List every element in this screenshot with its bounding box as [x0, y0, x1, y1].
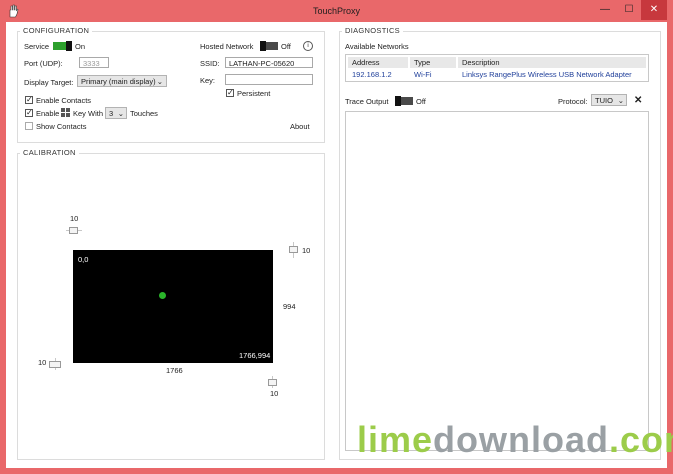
key-input[interactable]	[225, 74, 313, 85]
ssid-input[interactable]: LATHAN-PC-05620	[225, 57, 313, 68]
window-title: TouchProxy	[312, 6, 361, 16]
hosted-network-state: Off	[281, 42, 291, 51]
enable-windows-key-checkbox[interactable]: ✓	[25, 109, 33, 117]
extent-label: 1766,994	[239, 351, 271, 360]
enable-label: Enable	[36, 109, 60, 118]
trace-output-area[interactable]	[345, 111, 649, 451]
origin-label: 0,0	[78, 255, 89, 264]
protocol-value: TUIO	[595, 96, 613, 105]
service-state: On	[75, 42, 86, 51]
info-icon[interactable]: i	[303, 41, 313, 51]
configuration-title: CONFIGURATION	[20, 26, 93, 35]
show-contacts-label: Show Contacts	[36, 122, 87, 131]
row-type: Wi-Fi	[414, 70, 432, 79]
clear-trace-icon[interactable]: ✕	[634, 95, 642, 106]
networks-table: Address Type Description 192.168.1.2 Wi-…	[345, 54, 649, 82]
table-row[interactable]: 192.168.1.2 Wi-Fi Linksys RangePlus Wire…	[348, 69, 646, 81]
key-label: Key:	[200, 76, 216, 85]
bottom-offset-slider[interactable]	[266, 376, 280, 388]
touches-label: Touches	[130, 109, 158, 118]
enable-contacts-checkbox[interactable]: ✓	[25, 96, 33, 104]
column-header-address[interactable]: Address	[348, 57, 408, 68]
chevron-down-icon: ⌄	[617, 96, 624, 105]
trace-output-label: Trace Output	[345, 97, 389, 106]
right-offset-slider[interactable]	[289, 242, 298, 258]
right-offset-value: 10	[302, 246, 311, 255]
about-link[interactable]: About	[290, 122, 310, 131]
diagnostics-title: DIAGNOSTICS	[342, 26, 403, 35]
row-address: 192.168.1.2	[352, 70, 392, 79]
watermark-part1: lime	[357, 419, 434, 460]
top-offset-slider[interactable]	[66, 226, 82, 235]
column-header-description[interactable]: Description	[458, 57, 646, 68]
minimize-button[interactable]: —	[593, 0, 617, 20]
protocol-select[interactable]: TUIO ⌄	[591, 94, 627, 106]
maximize-button[interactable]: ☐	[617, 0, 641, 20]
service-toggle[interactable]	[53, 41, 72, 51]
touches-count-value: 3	[109, 109, 114, 118]
left-offset-slider[interactable]	[49, 358, 63, 370]
display-target-select[interactable]: Primary (main display) ⌄	[77, 75, 167, 87]
watermark: limedownload.com	[357, 419, 673, 461]
service-label: Service	[24, 42, 50, 51]
protocol-label: Protocol:	[558, 97, 588, 106]
persistent-label: Persistent	[237, 89, 271, 98]
bottom-offset-value: 10	[270, 389, 279, 398]
enable-contacts-label: Enable Contacts	[36, 96, 92, 105]
close-button[interactable]: ✕	[641, 0, 667, 20]
hosted-network-toggle[interactable]	[260, 41, 278, 51]
trace-output-state: Off	[416, 97, 426, 106]
top-offset-value: 10	[70, 214, 79, 223]
touch-point-dot	[159, 292, 166, 299]
windows-logo-icon	[61, 108, 70, 117]
column-header-type[interactable]: Type	[410, 57, 456, 68]
chevron-down-icon: ⌄	[117, 109, 124, 118]
watermark-part2: download	[433, 419, 610, 460]
touches-count-select[interactable]: 3 ⌄	[105, 107, 127, 119]
key-with-label: Key With	[73, 109, 104, 118]
persistent-checkbox[interactable]: ✓	[226, 89, 234, 97]
calibration-area[interactable]	[73, 250, 273, 363]
chevron-down-icon: ⌄	[156, 77, 163, 86]
display-target-label: Display Target:	[24, 78, 74, 87]
display-target-value: Primary (main display)	[81, 77, 156, 86]
ssid-label: SSID:	[200, 59, 220, 68]
height-value: 994	[283, 302, 296, 311]
available-networks-label: Available Networks	[345, 42, 409, 51]
hosted-network-label: Hosted Network	[200, 42, 254, 51]
trace-output-toggle[interactable]	[395, 96, 413, 106]
watermark-part3: .com	[609, 419, 673, 460]
port-label: Port (UDP):	[24, 59, 63, 68]
row-description: Linksys RangePlus Wireless USB Network A…	[462, 70, 632, 79]
calibration-title: CALIBRATION	[20, 148, 79, 157]
show-contacts-checkbox[interactable]	[25, 122, 33, 130]
left-offset-value: 10	[38, 358, 47, 367]
port-input[interactable]: 3333	[79, 57, 109, 68]
width-value: 1766	[166, 366, 183, 375]
